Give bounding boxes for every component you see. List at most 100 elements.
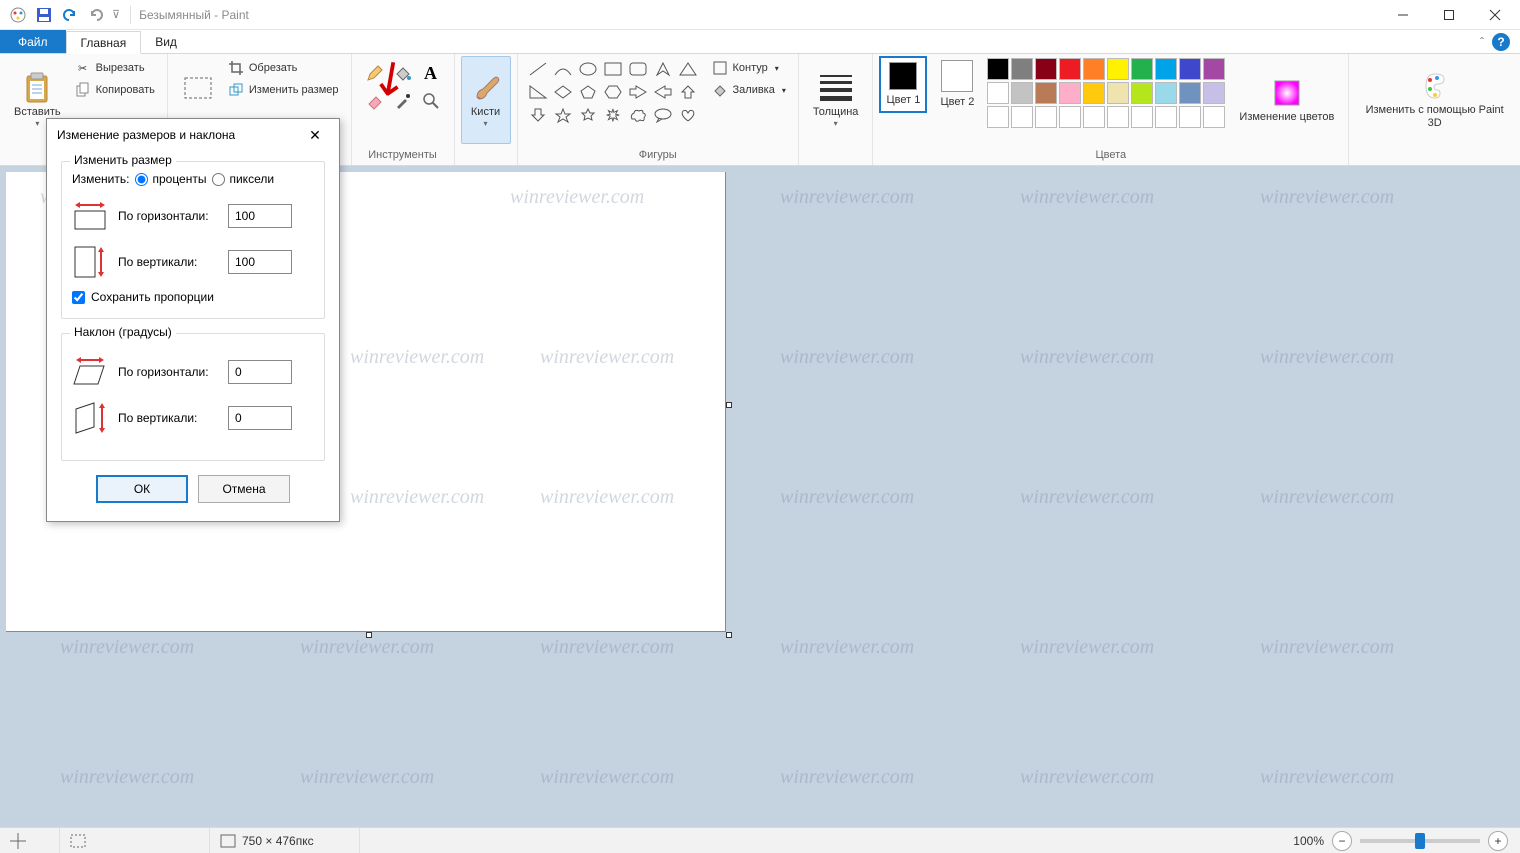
skew-vertical-input[interactable]: [228, 406, 292, 430]
color-swatch[interactable]: [1155, 106, 1177, 128]
status-canvas-size: 750 × 476пкс: [210, 828, 360, 853]
color-swatch[interactable]: [1035, 106, 1057, 128]
dialog-close-button[interactable]: ✕: [301, 121, 329, 149]
color-swatch[interactable]: [1107, 82, 1129, 104]
window-title: Безымянный - Paint: [135, 8, 249, 22]
color-swatch[interactable]: [1083, 58, 1105, 80]
dialog-title-text: Изменение размеров и наклона: [57, 128, 235, 142]
color-swatch[interactable]: [1203, 106, 1225, 128]
paint3d-button[interactable]: Изменить с помощью Paint 3D: [1355, 56, 1514, 144]
keep-ratio-checkbox[interactable]: [72, 291, 85, 304]
resize-vertical-icon: [72, 244, 108, 280]
fill-tool[interactable]: [390, 60, 416, 86]
color-swatch[interactable]: [1131, 82, 1153, 104]
copy-button[interactable]: Копировать: [71, 80, 159, 100]
resize-handle-corner[interactable]: [726, 632, 732, 638]
group-shapes: Контур▾ Заливка▾ Фигуры: [518, 54, 799, 165]
zoom-value: 100%: [1293, 834, 1324, 848]
group-paint3d: Изменить с помощью Paint 3D: [1349, 54, 1520, 165]
chevron-down-icon: ▾: [35, 119, 39, 128]
watermark: winreviewer.com: [1260, 186, 1394, 209]
cancel-button[interactable]: Отмена: [198, 475, 290, 503]
crop-button[interactable]: Обрезать: [224, 58, 343, 78]
zoom-slider[interactable]: [1360, 839, 1480, 843]
resize-handle-right[interactable]: [726, 402, 732, 408]
picker-tool[interactable]: [390, 88, 416, 114]
tab-home[interactable]: Главная: [66, 31, 142, 54]
brushes-button[interactable]: Кисти ▾: [461, 56, 511, 144]
edit-colors-button[interactable]: Изменение цветов: [1231, 56, 1342, 144]
color1-button[interactable]: Цвет 1: [879, 56, 927, 113]
color-swatch[interactable]: [1059, 82, 1081, 104]
color-palette[interactable]: [987, 56, 1225, 128]
color-swatch[interactable]: [1131, 58, 1153, 80]
resize-horizontal-input[interactable]: [228, 204, 292, 228]
color-swatch[interactable]: [1107, 106, 1129, 128]
color-swatch[interactable]: [1035, 58, 1057, 80]
color-swatch[interactable]: [1203, 82, 1225, 104]
color-swatch[interactable]: [1179, 106, 1201, 128]
redo-icon[interactable]: [86, 5, 106, 25]
color2-button[interactable]: Цвет 2: [933, 56, 981, 113]
text-tool[interactable]: A: [418, 60, 444, 86]
color-swatch[interactable]: [1107, 58, 1129, 80]
eraser-tool[interactable]: [362, 88, 388, 114]
color1-swatch: [889, 62, 917, 90]
paint-app-icon: [8, 5, 28, 25]
minimize-ribbon-icon[interactable]: ˆ: [1480, 35, 1484, 49]
skew-horizontal-input[interactable]: [228, 360, 292, 384]
watermark: winreviewer.com: [1020, 486, 1154, 509]
zoom-out-button[interactable]: −: [1332, 831, 1352, 851]
color-swatch[interactable]: [987, 58, 1009, 80]
minimize-button[interactable]: [1380, 0, 1426, 30]
color-swatch[interactable]: [987, 106, 1009, 128]
color-swatch[interactable]: [1011, 82, 1033, 104]
help-icon[interactable]: ?: [1492, 33, 1510, 51]
size-button[interactable]: Толщина ▾: [805, 56, 867, 144]
color-swatch[interactable]: [1155, 58, 1177, 80]
select-icon: [182, 72, 214, 104]
watermark: winreviewer.com: [300, 636, 434, 659]
resize-vertical-input[interactable]: [228, 250, 292, 274]
zoom-thumb[interactable]: [1415, 833, 1425, 849]
color-swatch[interactable]: [1011, 58, 1033, 80]
tab-view[interactable]: Вид: [141, 30, 191, 53]
radio-percent[interactable]: проценты: [135, 172, 206, 186]
close-button[interactable]: [1472, 0, 1518, 30]
color-swatch[interactable]: [1059, 58, 1081, 80]
group-brushes: Кисти ▾: [455, 54, 518, 165]
radio-pixels[interactable]: пиксели: [212, 172, 274, 186]
color-swatch[interactable]: [1011, 106, 1033, 128]
save-icon[interactable]: [34, 5, 54, 25]
shape-fill-button[interactable]: Заливка▾: [708, 80, 790, 100]
color-swatch[interactable]: [1059, 106, 1081, 128]
color-swatch[interactable]: [1179, 58, 1201, 80]
scissors-icon: ✂: [75, 60, 91, 76]
crosshair-icon: [10, 833, 26, 849]
dialog-titlebar[interactable]: Изменение размеров и наклона ✕: [47, 119, 339, 151]
shape-outline-button[interactable]: Контур▾: [708, 58, 790, 78]
color-swatch[interactable]: [1131, 106, 1153, 128]
color-swatch[interactable]: [1035, 82, 1057, 104]
maximize-button[interactable]: [1426, 0, 1472, 30]
ok-button[interactable]: ОК: [96, 475, 188, 503]
color-swatch[interactable]: [1083, 106, 1105, 128]
color-swatch[interactable]: [1203, 58, 1225, 80]
color-swatch[interactable]: [987, 82, 1009, 104]
brush-icon: [470, 72, 502, 104]
undo-icon[interactable]: [60, 5, 80, 25]
tab-file[interactable]: Файл: [0, 30, 66, 53]
color-swatch[interactable]: [1155, 82, 1177, 104]
skew-vertical-icon: [72, 400, 108, 436]
status-bar: 750 × 476пкс 100% − +: [0, 827, 1520, 853]
color-swatch[interactable]: [1083, 82, 1105, 104]
resize-handle-bottom[interactable]: [366, 632, 372, 638]
color-swatch[interactable]: [1179, 82, 1201, 104]
qat-dropdown[interactable]: ⊽: [112, 8, 120, 21]
resize-button[interactable]: Изменить размер: [224, 80, 343, 100]
shapes-gallery[interactable]: [524, 56, 702, 128]
magnifier-tool[interactable]: [418, 88, 444, 114]
pencil-tool[interactable]: [362, 60, 388, 86]
zoom-in-button[interactable]: +: [1488, 831, 1508, 851]
cut-button[interactable]: ✂Вырезать: [71, 58, 159, 78]
